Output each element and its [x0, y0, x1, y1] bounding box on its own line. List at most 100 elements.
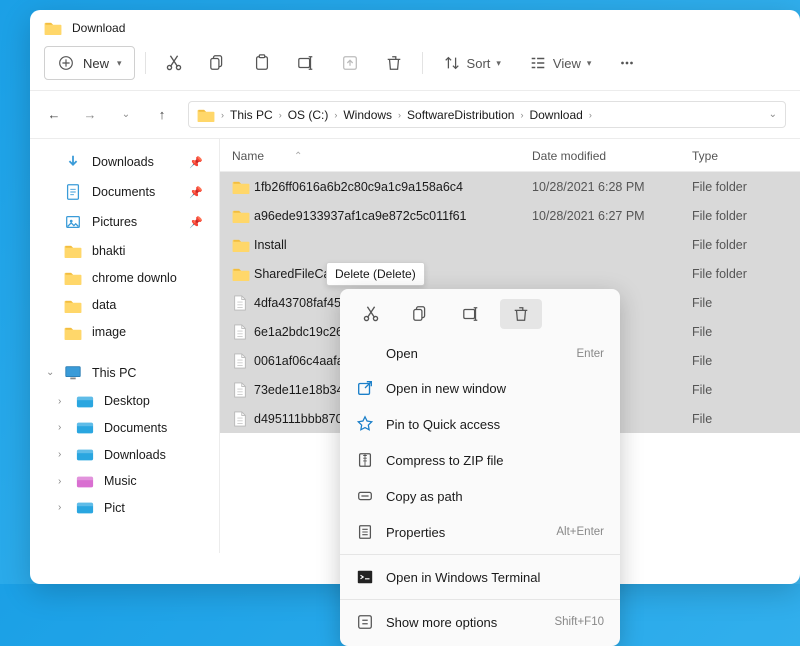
context-label: Pin to Quick access: [386, 417, 500, 432]
sort-button[interactable]: Sort ▾: [433, 46, 511, 80]
breadcrumb-seg[interactable]: OS (C:): [288, 108, 329, 122]
context-label: Properties: [386, 525, 445, 540]
context-item[interactable]: Copy as path: [340, 478, 620, 514]
paste-button[interactable]: [244, 46, 280, 80]
context-item[interactable]: OpenEnter: [340, 337, 620, 370]
monitor-icon: [64, 364, 82, 382]
delete-button[interactable]: [376, 46, 412, 80]
chevron-right-icon[interactable]: ›: [279, 110, 282, 120]
col-date[interactable]: Date modified: [532, 149, 692, 163]
rename-button[interactable]: [288, 46, 324, 80]
more-button[interactable]: [609, 46, 645, 80]
folder-icon: [64, 325, 82, 340]
command-bar: New ▾ Sort ▾ View ▾: [30, 41, 800, 90]
chevron-down-icon[interactable]: ⌄: [46, 367, 54, 378]
folder-icon: [64, 243, 82, 258]
file-row[interactable]: InstallFile folder: [220, 230, 800, 259]
file-icon: [232, 352, 254, 370]
sidebar-item[interactable]: data: [36, 291, 213, 318]
pin-icon: 📌: [189, 216, 203, 229]
chevron-right-icon[interactable]: ›: [58, 476, 66, 487]
chevron-right-icon[interactable]: ›: [221, 110, 224, 120]
file-row[interactable]: SharedFileCacheFile folder: [220, 259, 800, 288]
sidebar-item[interactable]: chrome downlo: [36, 264, 213, 291]
forward-button[interactable]: →: [80, 107, 100, 122]
sidebar-pc-item[interactable]: ›Pict: [36, 495, 213, 522]
delete-tooltip: Delete (Delete): [326, 262, 425, 286]
sidebar-this-pc[interactable]: ⌄ This PC: [36, 358, 213, 388]
chevron-right-icon[interactable]: ›: [334, 110, 337, 120]
sidebar-label: Downloads: [104, 448, 166, 462]
plus-icon: [57, 54, 75, 72]
chevron-right-icon[interactable]: ›: [398, 110, 401, 120]
col-type[interactable]: Type: [692, 149, 788, 163]
chevron-right-icon[interactable]: ›: [58, 449, 66, 460]
folder-icon: [232, 208, 254, 223]
sidebar-label: Downloads: [92, 155, 154, 169]
file-icon: [232, 323, 254, 341]
terminal-icon: [356, 568, 374, 586]
file-icon: [232, 381, 254, 399]
file-type: File: [692, 412, 788, 426]
copy-button[interactable]: [200, 46, 236, 80]
context-item[interactable]: Compress to ZIP file: [340, 442, 620, 478]
file-name: Install: [254, 238, 532, 252]
chevron-down-icon: ▾: [587, 58, 592, 69]
cm-show-more[interactable]: Show more options Shift+F10: [340, 604, 620, 640]
file-type: File: [692, 383, 788, 397]
breadcrumb-seg[interactable]: Download: [529, 108, 582, 122]
file-type: File: [692, 325, 788, 339]
divider: [145, 52, 146, 74]
sidebar-pc-item[interactable]: › Desktop: [36, 388, 213, 415]
context-item[interactable]: PropertiesAlt+Enter: [340, 514, 620, 550]
chevron-right-icon[interactable]: ›: [589, 110, 592, 120]
window-folder-icon: [44, 20, 62, 35]
file-type: File: [692, 296, 788, 310]
new-button[interactable]: New ▾: [44, 46, 135, 80]
cm-copy-button[interactable]: [400, 299, 442, 329]
share-button[interactable]: [332, 46, 368, 80]
chevron-right-icon[interactable]: ›: [58, 396, 66, 407]
file-row[interactable]: 1fb26ff0616a6b2c80c9a1c9a158a6c410/28/20…: [220, 172, 800, 201]
back-button[interactable]: ←: [44, 107, 64, 122]
breadcrumb[interactable]: › This PC › OS (C:) › Windows › SoftwareDis…: [188, 101, 786, 128]
chevron-right-icon[interactable]: ›: [520, 110, 523, 120]
sidebar-label: Desktop: [104, 394, 150, 408]
cm-open-terminal[interactable]: Open in Windows Terminal: [340, 559, 620, 595]
chevron-right-icon[interactable]: ›: [58, 422, 66, 433]
breadcrumb-dropdown[interactable]: ⌄: [769, 109, 777, 120]
cut-button[interactable]: [156, 46, 192, 80]
context-item[interactable]: Open in new window: [340, 370, 620, 406]
file-name: 1fb26ff0616a6b2c80c9a1c9a158a6c4: [254, 180, 532, 194]
sidebar-item[interactable]: image: [36, 319, 213, 346]
cut-icon: [362, 305, 380, 323]
sidebar-item[interactable]: Documents📌: [36, 177, 213, 207]
sidebar-label: data: [92, 298, 116, 312]
view-button[interactable]: View ▾: [519, 46, 601, 80]
context-item[interactable]: Pin to Quick access: [340, 406, 620, 442]
trash-icon: [512, 305, 530, 323]
cm-delete-button[interactable]: [500, 299, 542, 329]
sidebar-pc-item[interactable]: ›Music: [36, 468, 213, 495]
breadcrumb-seg[interactable]: Windows: [343, 108, 392, 122]
sidebar-item[interactable]: Downloads📌: [36, 147, 213, 177]
up-button[interactable]: ↑: [152, 107, 172, 122]
chevron-right-icon[interactable]: ›: [58, 502, 66, 513]
sidebar-pc-item[interactable]: › Downloads: [36, 441, 213, 468]
file-icon: [232, 410, 254, 428]
sidebar-label: Pictures: [92, 215, 137, 229]
titlebar: Download: [30, 10, 800, 41]
file-type: File folder: [692, 267, 788, 281]
file-date: 10/28/2021 6:28 PM: [532, 180, 692, 194]
chevron-down-icon[interactable]: ⌄: [116, 109, 136, 120]
file-date: 10/28/2021 6:27 PM: [532, 209, 692, 223]
col-name[interactable]: Name⌃: [232, 149, 532, 163]
file-row[interactable]: a96ede9133937af1ca9e872c5c011f6110/28/20…: [220, 201, 800, 230]
cm-rename-button[interactable]: [450, 299, 492, 329]
sidebar-item[interactable]: bhakti: [36, 237, 213, 264]
sidebar-pc-item[interactable]: ›Documents: [36, 415, 213, 442]
breadcrumb-seg[interactable]: SoftwareDistribution: [407, 108, 514, 122]
cm-cut-button[interactable]: [350, 299, 392, 329]
sidebar-item[interactable]: Pictures 📌: [36, 207, 213, 237]
breadcrumb-seg[interactable]: This PC: [230, 108, 273, 122]
